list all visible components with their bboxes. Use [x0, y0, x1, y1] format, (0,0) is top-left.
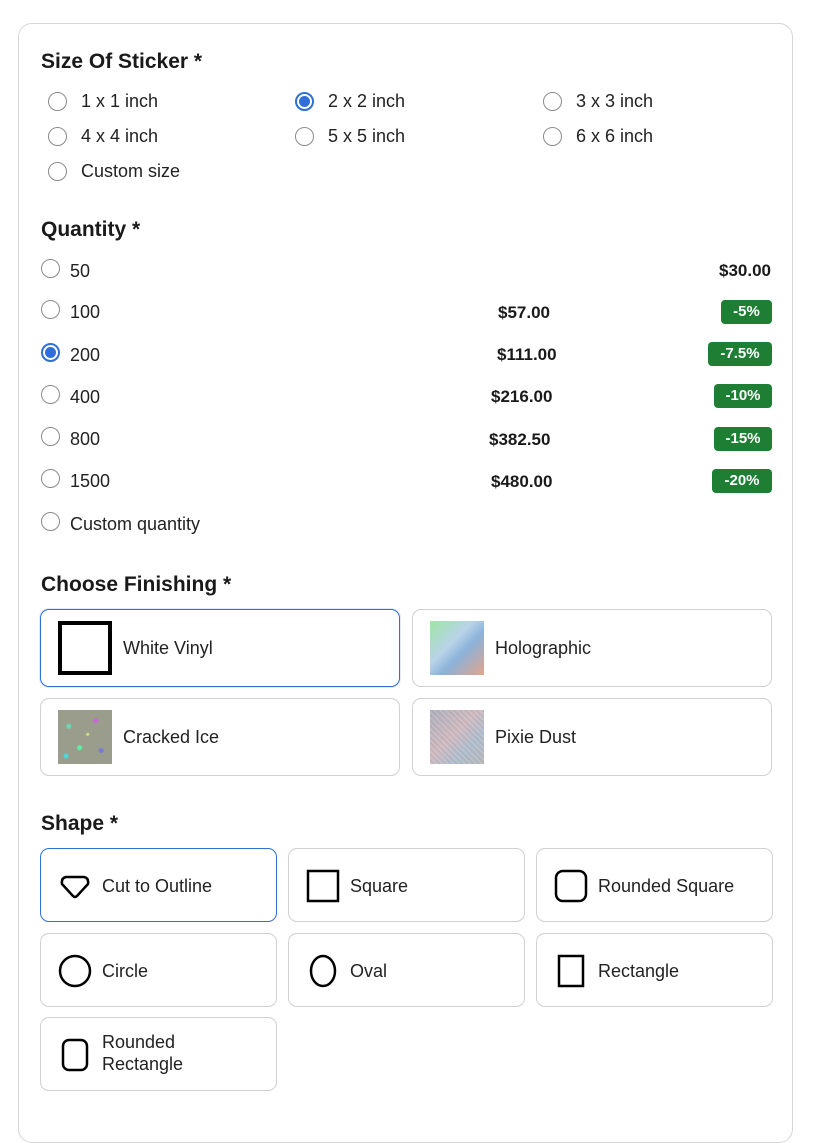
finishing-option-pixie-dust[interactable]: Pixie Dust	[412, 698, 772, 776]
square-icon	[306, 869, 340, 903]
quantity-price: $30.00	[719, 261, 771, 280]
shape-section-title: Shape *	[41, 812, 119, 835]
discount-badge: -10%	[714, 384, 772, 408]
size-radio[interactable]	[48, 162, 67, 181]
size-radio[interactable]	[543, 127, 562, 146]
white-vinyl-swatch-icon	[58, 621, 112, 675]
discount-badge: -7.5%	[708, 342, 772, 366]
discount-badge: -15%	[714, 427, 772, 451]
discount-badge: -5%	[721, 300, 772, 324]
cracked-ice-swatch-icon	[58, 710, 112, 764]
shape-label: Circle	[102, 961, 149, 981]
rounded-square-icon	[554, 869, 588, 903]
quantity-radio[interactable]	[41, 385, 60, 404]
holographic-swatch-icon	[430, 621, 484, 675]
rounded-rectangle-icon	[61, 1038, 89, 1072]
size-radio[interactable]	[543, 92, 562, 111]
quantity-radio[interactable]	[41, 259, 60, 278]
shape-label: Rounded Rectangle	[102, 1032, 184, 1074]
circle-icon	[58, 954, 92, 988]
size-radio[interactable]	[48, 92, 67, 111]
shape-label: Rounded Square	[598, 876, 735, 896]
quantity-price: $57.00	[498, 303, 550, 322]
shape-label: Cut to Outline	[102, 876, 213, 896]
size-section-title: Size Of Sticker *	[41, 50, 203, 73]
discount-badge: -20%	[712, 469, 772, 493]
finishing-option-holographic[interactable]: Holographic	[412, 609, 772, 687]
quantity-label: 800	[70, 429, 101, 449]
quantity-price: $111.00	[497, 345, 557, 364]
size-label: 1 x 1 inch	[81, 91, 159, 111]
quantity-price: $480.00	[491, 472, 553, 491]
shape-option-rectangle[interactable]: Rectangle	[536, 933, 773, 1007]
quantity-label: 100	[70, 302, 101, 322]
shape-option-cut-to-outline[interactable]: Cut to Outline	[40, 848, 277, 922]
finishing-label: Holographic	[495, 638, 592, 658]
quantity-radio[interactable]	[41, 300, 60, 319]
finishing-option-white-vinyl[interactable]: White Vinyl	[40, 609, 400, 687]
quantity-radio[interactable]	[41, 427, 60, 446]
shape-option-circle[interactable]: Circle	[40, 933, 277, 1007]
size-label: 6 x 6 inch	[576, 126, 654, 146]
quantity-section-title: Quantity *	[41, 218, 141, 241]
shape-option-rounded-square[interactable]: Rounded Square	[536, 848, 773, 922]
shape-option-rounded-rectangle[interactable]: Rounded Rectangle	[40, 1017, 277, 1091]
shape-label: Oval	[350, 961, 388, 981]
finishing-section-title: Choose Finishing *	[41, 573, 232, 596]
shape-label: Square	[350, 876, 409, 896]
size-label: 4 x 4 inch	[81, 126, 159, 146]
size-label: 3 x 3 inch	[576, 91, 654, 111]
quantity-price: $382.50	[489, 430, 551, 449]
quantity-label: 50	[70, 261, 91, 281]
quantity-price: $216.00	[491, 387, 553, 406]
quantity-label: 200	[70, 345, 101, 365]
size-label: Custom size	[81, 161, 181, 181]
oval-icon	[309, 954, 337, 988]
quantity-radio[interactable]	[41, 469, 60, 488]
size-label: 2 x 2 inch	[328, 91, 406, 111]
quantity-radio[interactable]	[41, 343, 60, 362]
size-label: 5 x 5 inch	[328, 126, 406, 146]
shape-option-square[interactable]: Square	[288, 848, 525, 922]
quantity-label: 1500	[70, 471, 111, 491]
pixie-dust-swatch-icon	[430, 710, 484, 764]
finishing-option-cracked-ice[interactable]: Cracked Ice	[40, 698, 400, 776]
size-radio[interactable]	[295, 127, 314, 146]
shape-label: Rectangle	[598, 961, 680, 981]
shape-option-oval[interactable]: Oval	[288, 933, 525, 1007]
quantity-label: Custom quantity	[70, 514, 201, 534]
size-radio[interactable]	[295, 92, 314, 111]
quantity-label: 400	[70, 387, 101, 407]
finishing-label: White Vinyl	[123, 638, 213, 658]
finishing-label: Cracked Ice	[123, 727, 220, 747]
quantity-radio[interactable]	[41, 512, 60, 531]
cut-outline-icon	[60, 875, 90, 899]
size-radio[interactable]	[48, 127, 67, 146]
finishing-label: Pixie Dust	[495, 727, 577, 747]
rectangle-icon	[557, 954, 585, 988]
